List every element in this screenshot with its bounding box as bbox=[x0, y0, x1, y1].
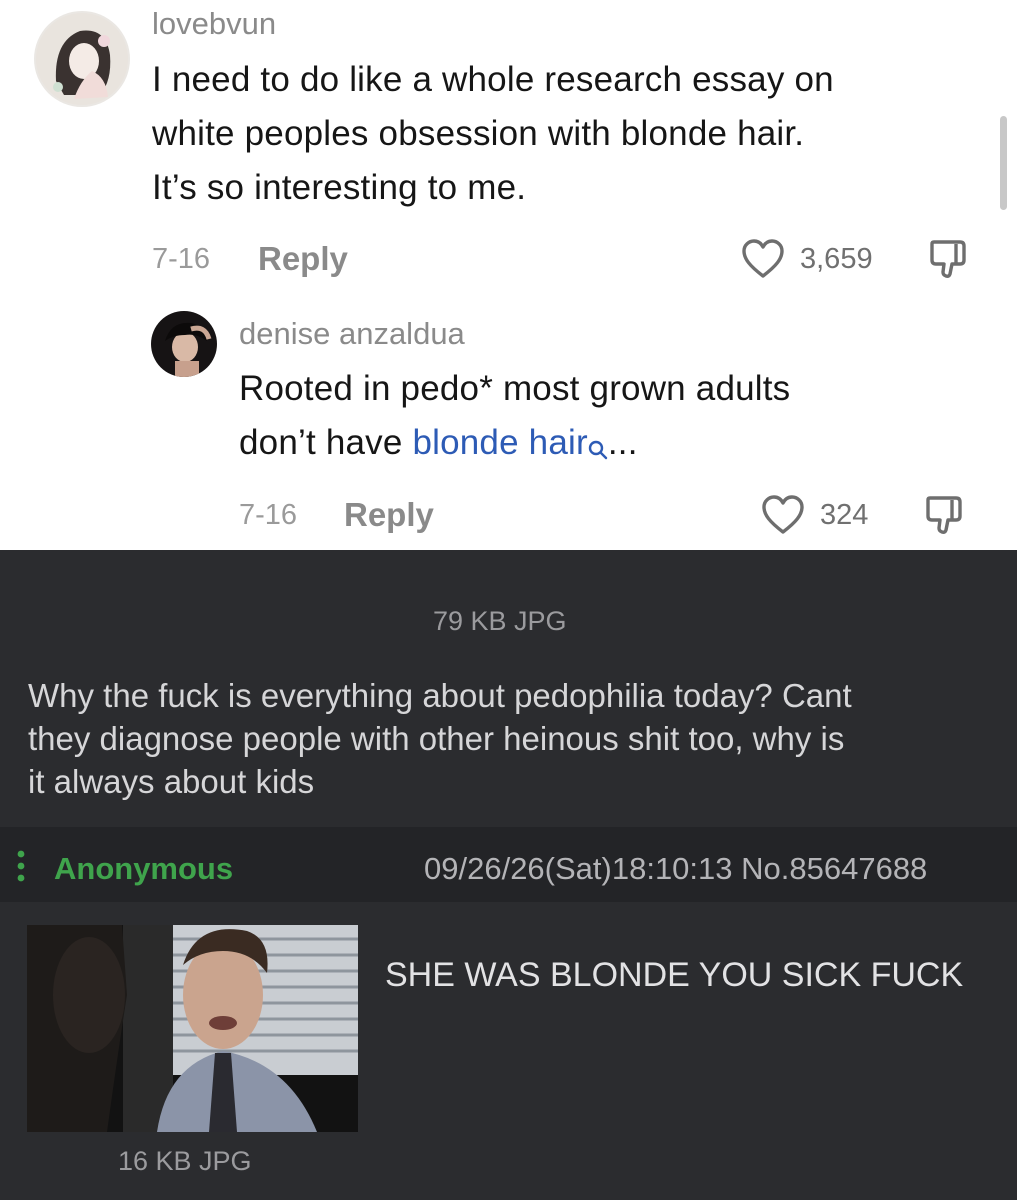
comment-date: 7-16 bbox=[152, 243, 211, 275]
comment-ellipsis: ... bbox=[607, 423, 638, 462]
thumbnail-image bbox=[27, 925, 358, 1132]
reply-file-info[interactable]: 16 KB JPG bbox=[118, 1146, 252, 1177]
comment-line: Rooted in pedo* most grown adults bbox=[239, 369, 791, 408]
comment-username[interactable]: denise anzaldua bbox=[239, 316, 465, 352]
reply-button[interactable]: Reply bbox=[344, 496, 434, 534]
comment-line-prefix: don’t have bbox=[239, 423, 413, 462]
reply-image-thumbnail[interactable] bbox=[27, 925, 358, 1132]
heart-outline-icon[interactable] bbox=[760, 494, 806, 541]
reply-post-header: Anonymous 09/26/26(Sat)18:10:13 No.85647… bbox=[0, 827, 1017, 902]
vertical-dots-icon[interactable] bbox=[16, 849, 26, 888]
comment-username[interactable]: lovebvun bbox=[152, 6, 276, 42]
comment-line: I need to do like a whole research essay… bbox=[152, 60, 834, 99]
comment-line: It’s so interesting to me. bbox=[152, 168, 527, 207]
comment-line: don’t have blonde hair... bbox=[239, 416, 790, 476]
like-count: 324 bbox=[820, 499, 869, 531]
tiktok-comments-panel: lovebvun I need to do like a whole resea… bbox=[0, 0, 1017, 550]
search-icon[interactable] bbox=[588, 422, 608, 476]
chan-thread-panel: 79 KB JPG Why the fuck is everything abo… bbox=[0, 550, 1017, 1200]
post-line: it always about kids bbox=[28, 763, 315, 800]
comment-date: 7-16 bbox=[239, 499, 298, 531]
avatar-denise-anzaldua[interactable] bbox=[151, 311, 217, 377]
post-line: they diagnose people with other heinous … bbox=[28, 720, 845, 757]
avatar-image bbox=[34, 11, 130, 107]
comment-text: Rooted in pedo* most grown adults don’t … bbox=[239, 362, 790, 476]
heart-outline-icon[interactable] bbox=[740, 238, 786, 285]
scrollbar[interactable] bbox=[1000, 116, 1007, 210]
op-post-text: Why the fuck is everything about pedophi… bbox=[28, 674, 852, 803]
reply-button[interactable]: Reply bbox=[258, 240, 348, 278]
thumbs-down-icon[interactable] bbox=[922, 492, 968, 543]
like-count: 3,659 bbox=[800, 243, 873, 275]
thumbs-down-icon[interactable] bbox=[926, 236, 972, 287]
avatar-lovebvun[interactable] bbox=[34, 11, 130, 107]
search-link[interactable]: blonde hair bbox=[412, 423, 587, 462]
reply-post-text: SHE WAS BLONDE YOU SICK FUCK bbox=[385, 956, 964, 994]
op-file-info[interactable]: 79 KB JPG bbox=[433, 606, 567, 637]
comment-text: I need to do like a whole research essay… bbox=[152, 53, 834, 215]
post-datetime-number[interactable]: 09/26/26(Sat)18:10:13 No.85647688 bbox=[424, 851, 927, 887]
post-line: Why the fuck is everything about pedophi… bbox=[28, 677, 852, 714]
avatar-image bbox=[151, 311, 217, 377]
poster-name[interactable]: Anonymous bbox=[54, 851, 233, 887]
comment-line: white peoples obsession with blonde hair… bbox=[152, 114, 805, 153]
